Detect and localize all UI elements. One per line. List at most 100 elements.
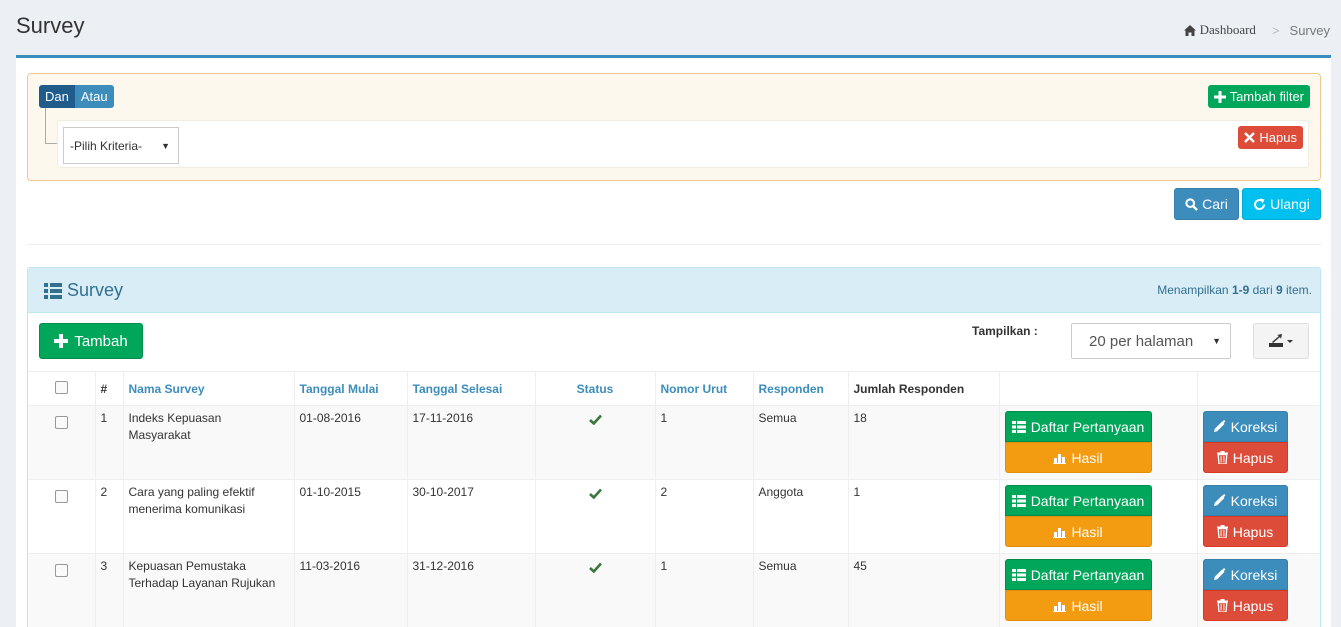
check-icon [588,562,602,573]
row-start-date: 01-10-2015 [293,479,407,554]
questions-list-label: Daftar Pertanyaan [1030,566,1145,583]
filter-panel: Dan Atau Tambah filter -Pilih Kriteria- … [27,73,1321,181]
trash-icon [1216,599,1228,612]
bar-chart-icon [1053,453,1067,464]
plus-icon [1213,90,1226,103]
row-actions-secondary: Koreksi Hapus [1196,479,1320,554]
column-header-status[interactable]: Status [534,371,655,406]
page-header: Survey Dashboard > Survey [0,0,1341,54]
breadcrumb-separator: > [1271,22,1280,38]
reset-button[interactable]: Ulangi [1242,188,1321,220]
survey-name-line2: Masyarakat [128,428,191,442]
questions-list-label: Daftar Pertanyaan [1030,418,1145,435]
pencil-icon [1213,420,1226,432]
breadcrumb-home-label: Dashboard [1199,22,1256,37]
delete-button[interactable]: Hapus [1202,590,1288,621]
row-survey-name: Cara yang paling efektif menerima komunik… [122,479,294,554]
row-order: 1 [654,553,753,627]
summary-prefix: Menampilkan [1157,283,1232,297]
trash-icon [1216,451,1228,464]
summary-suffix: item. [1282,283,1312,297]
column-header-actions-2 [1196,371,1320,406]
column-header-order[interactable]: Nomor Urut [654,371,753,406]
row-respondent-count: 18 [847,405,999,480]
criteria-select[interactable]: -Pilih Kriteria- ▼ [63,127,179,164]
pencil-icon [1213,494,1226,506]
row-actions-primary-group: Daftar Pertanyaan Hasil [1004,485,1152,547]
edit-button[interactable]: Koreksi [1202,559,1288,590]
plus-icon [54,334,69,348]
column-header-respondent[interactable]: Responden [752,371,848,406]
edit-button[interactable]: Koreksi [1202,411,1288,442]
search-label: Cari [1202,196,1228,212]
row-number: 1 [94,405,123,480]
delete-button[interactable]: Hapus [1202,442,1288,473]
bar-chart-icon [1053,527,1067,538]
survey-table-body: 1 Indeks Kepuasan Masyarakat 01-08-2016 1… [28,405,1320,627]
questions-list-button[interactable]: Daftar Pertanyaan [1004,411,1152,442]
check-icon [588,488,602,499]
table-header-row: # Nama Survey Tanggal Mulai Tanggal Sele… [28,371,1320,406]
add-survey-label: Tambah [74,332,128,350]
filter-criteria-row: -Pilih Kriteria- ▼ [57,120,1309,168]
table-icon [1011,494,1026,507]
export-menu-button[interactable] [1253,323,1309,359]
column-header-name[interactable]: Nama Survey [122,371,294,406]
questions-list-label: Daftar Pertanyaan [1030,492,1145,509]
logic-and-button[interactable]: Dan [39,85,75,108]
results-button[interactable]: Hasil [1004,590,1152,621]
per-page-select[interactable]: 20 per halaman ▼ [1071,323,1231,359]
row-actions-secondary-group: Koreksi Hapus [1202,485,1288,547]
breadcrumb-home-link[interactable]: Dashboard [1183,22,1256,38]
questions-list-button[interactable]: Daftar Pertanyaan [1004,485,1152,516]
edit-label: Koreksi [1230,566,1278,583]
search-button[interactable]: Cari [1174,188,1239,220]
add-survey-button[interactable]: Tambah [39,323,143,359]
table-row: 2 Cara yang paling efektif menerima komun… [28,479,1320,554]
row-checkbox[interactable] [54,564,68,577]
survey-name-line2: Terhadap Layanan Rujukan [128,576,276,590]
survey-list-header: Survey Menampilkan 1-9 dari 9 item. [28,268,1320,313]
refresh-icon [1254,198,1266,210]
edit-button[interactable]: Koreksi [1202,485,1288,516]
column-header-number: # [94,371,123,406]
row-checkbox[interactable] [54,490,68,503]
row-select-cell [28,405,95,480]
column-header-start-date[interactable]: Tanggal Mulai [293,371,407,406]
delete-filter-label: Hapus [1259,130,1297,145]
questions-list-button[interactable]: Daftar Pertanyaan [1004,559,1152,590]
row-start-date: 01-08-2016 [293,405,407,480]
survey-table: # Nama Survey Tanggal Mulai Tanggal Sele… [28,371,1320,627]
check-icon [588,414,602,425]
delete-button[interactable]: Hapus [1202,516,1288,547]
results-button[interactable]: Hasil [1004,442,1152,473]
row-actions-primary: Daftar Pertanyaan Hasil [998,553,1197,627]
page-title: Survey [16,13,85,38]
summary-range: 1-9 [1231,283,1250,297]
bar-chart-icon [1053,601,1067,612]
add-filter-button[interactable]: Tambah filter [1207,85,1310,108]
row-respondent: Anggota [752,479,848,554]
logic-toggle-group: Dan Atau [39,85,114,108]
row-status [534,553,655,627]
select-all-checkbox[interactable] [54,380,68,394]
add-filter-label: Tambah filter [1229,89,1304,104]
column-header-actions-1 [998,371,1197,406]
row-survey-name: Indeks Kepuasan Masyarakat [122,405,294,480]
row-actions-primary: Daftar Pertanyaan Hasil [998,479,1197,554]
delete-filter-button[interactable]: Hapus [1238,126,1303,149]
row-actions-primary-group: Daftar Pertanyaan Hasil [1004,559,1152,621]
row-respondent: Semua [752,553,848,627]
row-checkbox[interactable] [54,416,68,429]
logic-or-button[interactable]: Atau [74,85,114,108]
export-icon [1269,334,1293,347]
results-button[interactable]: Hasil [1004,516,1152,547]
table-row: 3 Kepuasan Pemustaka Terhadap Layanan Ruj… [28,553,1320,627]
column-header-end-date[interactable]: Tanggal Selesai [406,371,535,406]
results-label: Hasil [1071,523,1103,540]
row-select-cell [28,479,95,554]
results-label: Hasil [1071,597,1103,614]
row-status [534,405,655,480]
survey-name-line2: menerima komunikasi [128,502,246,516]
table-icon [1011,420,1026,433]
